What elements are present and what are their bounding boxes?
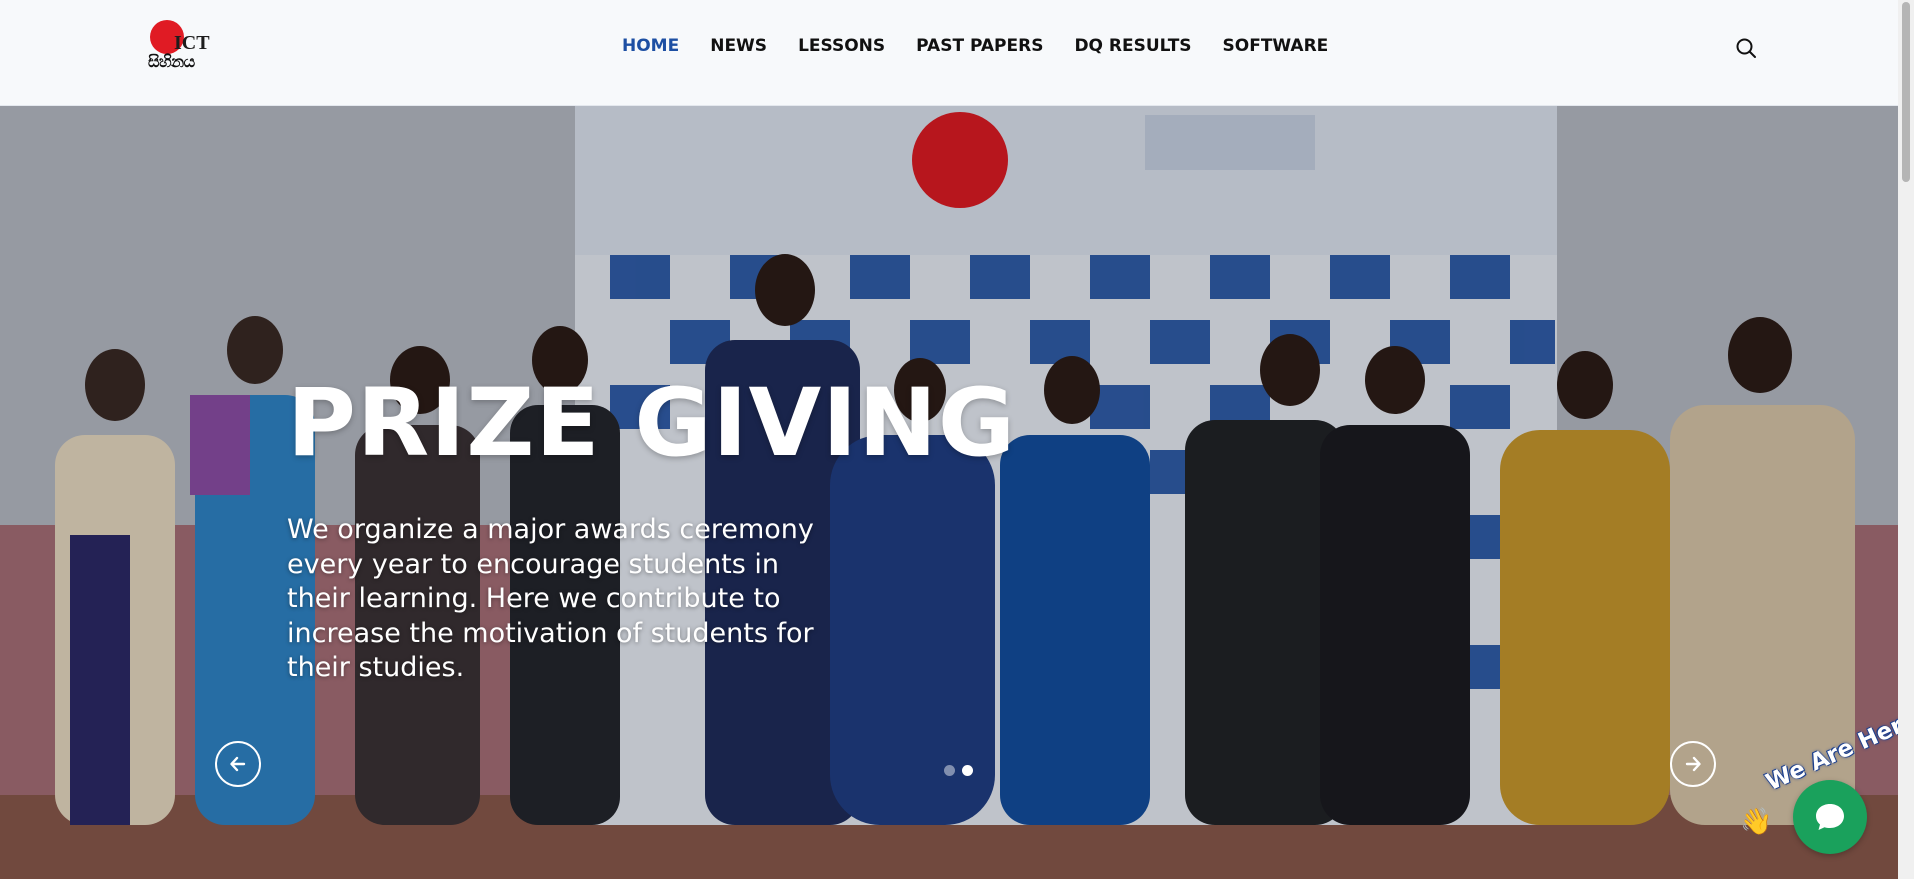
search-icon xyxy=(1736,38,1756,58)
nav-item-lessons[interactable]: LESSONS xyxy=(798,36,885,56)
slider-prev-button[interactable] xyxy=(215,741,261,787)
hero-description: We organize a major awards ceremony ever… xyxy=(287,514,814,683)
site-header: ICT සිහිනය HOME NEWS LESSONS PAST PAPERS… xyxy=(0,0,1898,106)
nav-item-home[interactable]: HOME xyxy=(622,36,679,56)
arrow-left-icon xyxy=(230,756,246,772)
nav-item-dq-results[interactable]: DQ RESULTS xyxy=(1074,36,1191,56)
slider-dot-1[interactable] xyxy=(944,765,955,776)
chat-open-button[interactable] xyxy=(1793,780,1867,854)
waving-hand-icon: 👋 xyxy=(1740,806,1773,836)
slider-pagination xyxy=(944,765,973,776)
nav-item-news[interactable]: NEWS xyxy=(710,36,767,56)
nav-item-software[interactable]: SOFTWARE xyxy=(1223,36,1329,56)
nav-item-past-papers[interactable]: PAST PAPERS xyxy=(916,36,1043,56)
hero-background-image xyxy=(0,105,1898,879)
main-nav: HOME NEWS LESSONS PAST PAPERS DQ RESULTS… xyxy=(622,36,1328,56)
slider-next-button[interactable] xyxy=(1670,741,1716,787)
logo-subtitle: සිහිනය xyxy=(148,52,195,71)
arrow-right-icon xyxy=(1685,756,1701,772)
hero-title: PRIZE GIVING xyxy=(287,369,1017,478)
site-logo[interactable]: ICT සිහිනය xyxy=(148,20,218,72)
search-button[interactable] xyxy=(1734,36,1758,60)
scrollbar-thumb[interactable] xyxy=(1902,2,1910,182)
page-scrollbar[interactable] xyxy=(1898,0,1914,879)
hero-slider: PRIZE GIVING We organize a major awards … xyxy=(0,105,1898,879)
chat-bubble-icon xyxy=(1816,804,1844,830)
slider-dot-2[interactable] xyxy=(962,765,973,776)
